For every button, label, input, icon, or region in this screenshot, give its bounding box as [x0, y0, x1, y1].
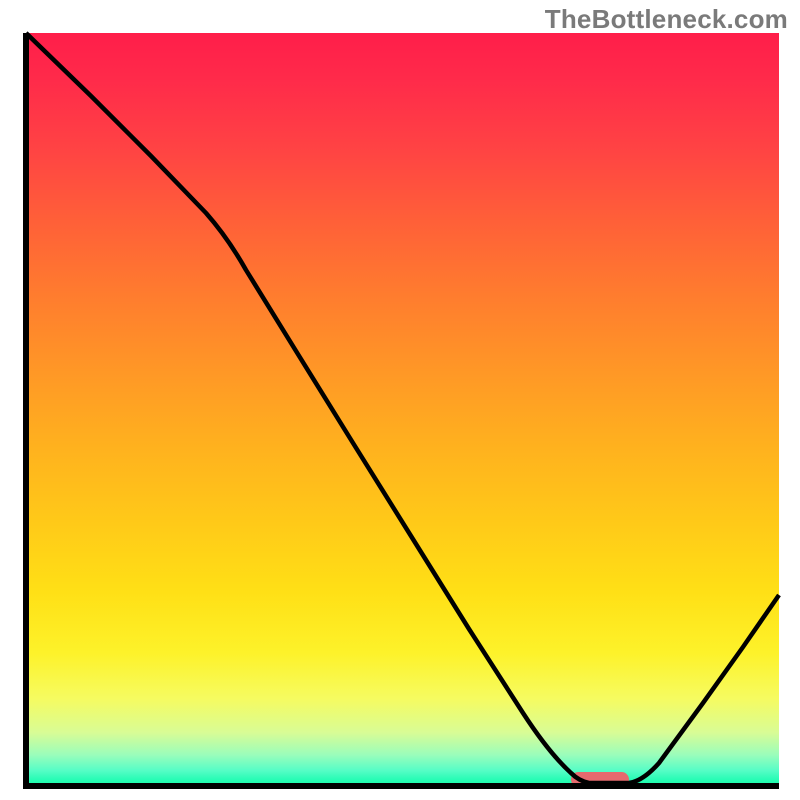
chart-canvas: TheBottleneck.com	[0, 0, 800, 800]
y-axis	[23, 33, 29, 789]
curve-layer	[23, 33, 779, 789]
plot-area	[23, 33, 779, 789]
bottleneck-curve	[26, 33, 779, 783]
attribution-label: TheBottleneck.com	[545, 4, 788, 35]
x-axis	[23, 783, 779, 789]
